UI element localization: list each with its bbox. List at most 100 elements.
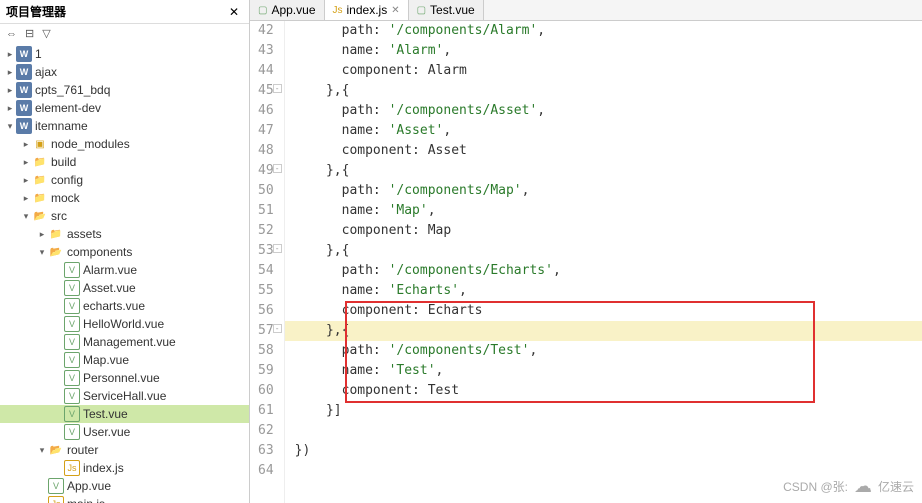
twisty-icon[interactable]: ▾: [36, 445, 48, 456]
code-line[interactable]: },{: [285, 81, 922, 101]
tree-item[interactable]: ▸📁build: [0, 153, 249, 171]
line-number: 63: [258, 441, 274, 461]
code-line[interactable]: },{: [285, 321, 922, 341]
menu-icon[interactable]: ▽: [42, 27, 50, 40]
twisty-icon[interactable]: ▸: [36, 229, 48, 240]
code-line[interactable]: component: Echarts: [285, 301, 922, 321]
tree-item[interactable]: VServiceHall.vue: [0, 387, 249, 405]
tree-item-label: components: [67, 245, 132, 259]
code-lines[interactable]: path: '/components/Alarm', name: 'Alarm'…: [285, 21, 922, 503]
twisty-icon[interactable]: ▸: [4, 103, 16, 114]
line-number: 45-: [258, 81, 274, 101]
tree-item[interactable]: VTest.vue: [0, 405, 249, 423]
twisty-icon[interactable]: ▾: [36, 247, 48, 258]
twisty-icon[interactable]: ▾: [20, 211, 32, 222]
line-number: 58: [258, 341, 274, 361]
tree-item[interactable]: ▾📂components: [0, 243, 249, 261]
fold-icon[interactable]: -: [273, 324, 282, 333]
tree-item[interactable]: VHelloWorld.vue: [0, 315, 249, 333]
code-line[interactable]: name: 'Echarts',: [285, 281, 922, 301]
twisty-icon[interactable]: ▸: [20, 139, 32, 150]
tree-item[interactable]: ▾📂src: [0, 207, 249, 225]
code-line[interactable]: component: Alarm: [285, 61, 922, 81]
code-line[interactable]: component: Asset: [285, 141, 922, 161]
twisty-icon[interactable]: ▸: [4, 49, 16, 60]
close-icon[interactable]: ✕: [225, 5, 243, 19]
tree-item[interactable]: ▸Wcpts_761_bdq: [0, 81, 249, 99]
code-line[interactable]: component: Map: [285, 221, 922, 241]
twisty-icon[interactable]: ▸: [4, 67, 16, 78]
tree-item-label: element-dev: [35, 101, 101, 115]
watermark: CSDN @张: ☁ 亿速云: [783, 476, 914, 497]
tree-item[interactable]: ▸📁config: [0, 171, 249, 189]
tree-item[interactable]: ▾📂router: [0, 441, 249, 459]
fold-icon[interactable]: -: [273, 164, 282, 173]
tree-item[interactable]: ▸▣node_modules: [0, 135, 249, 153]
tree-item[interactable]: Jsmain.js: [0, 495, 249, 503]
editor-tabs: ▢App.vueJsindex.js ✕▢Test.vue: [250, 0, 922, 21]
line-number: 50: [258, 181, 274, 201]
link-icon[interactable]: ⇔: [6, 28, 17, 40]
tree-item[interactable]: ▾Witemname: [0, 117, 249, 135]
code-line[interactable]: component: Test: [285, 381, 922, 401]
line-number: 44: [258, 61, 274, 81]
twisty-icon[interactable]: ▸: [4, 85, 16, 96]
code-line[interactable]: }): [285, 441, 922, 461]
watermark-right: 亿速云: [878, 478, 914, 495]
tree-item[interactable]: VAsset.vue: [0, 279, 249, 297]
project-explorer: 项目管理器 ✕ ⇔ ⊟ ▽ ▸W1▸Wajax▸Wcpts_761_bdq▸We…: [0, 0, 250, 503]
twisty-icon[interactable]: ▸: [20, 175, 32, 186]
tree-item[interactable]: VApp.vue: [0, 477, 249, 495]
tree-item-label: node_modules: [51, 137, 130, 151]
vue-icon: ▢: [258, 5, 267, 16]
code-line[interactable]: path: '/components/Test',: [285, 341, 922, 361]
twisty-icon[interactable]: ▸: [20, 193, 32, 204]
tree-item[interactable]: Jsindex.js: [0, 459, 249, 477]
code-line[interactable]: },{: [285, 241, 922, 261]
tree-item[interactable]: ▸📁mock: [0, 189, 249, 207]
code-line[interactable]: name: 'Test',: [285, 361, 922, 381]
tree-item-label: config: [51, 173, 83, 187]
code-line[interactable]: path: '/components/Alarm',: [285, 21, 922, 41]
tree-item[interactable]: ▸Welement-dev: [0, 99, 249, 117]
tree-item-label: cpts_761_bdq: [35, 83, 110, 97]
tree-item-label: 1: [35, 47, 42, 61]
twisty-icon[interactable]: ▾: [4, 121, 16, 132]
code-line[interactable]: path: '/components/Asset',: [285, 101, 922, 121]
fold-icon[interactable]: -: [273, 84, 282, 93]
editor-tab[interactable]: ▢Test.vue: [409, 0, 484, 20]
tree-item-label: build: [51, 155, 76, 169]
tree-item[interactable]: VUser.vue: [0, 423, 249, 441]
line-number: 53-: [258, 241, 274, 261]
code-line[interactable]: [285, 421, 922, 441]
fold-icon[interactable]: -: [273, 244, 282, 253]
dirty-icon: ✕: [391, 5, 399, 16]
tree-item[interactable]: ▸📁assets: [0, 225, 249, 243]
line-number: 46: [258, 101, 274, 121]
tree-item[interactable]: VMap.vue: [0, 351, 249, 369]
tree-item[interactable]: VAlarm.vue: [0, 261, 249, 279]
tree-item-label: ServiceHall.vue: [83, 389, 166, 403]
tree-item[interactable]: VPersonnel.vue: [0, 369, 249, 387]
file-tree[interactable]: ▸W1▸Wajax▸Wcpts_761_bdq▸Welement-dev▾Wit…: [0, 43, 249, 503]
twisty-icon[interactable]: ▸: [20, 157, 32, 168]
collapse-icon[interactable]: ⊟: [25, 27, 34, 40]
code-line[interactable]: path: '/components/Echarts',: [285, 261, 922, 281]
editor-tab[interactable]: ▢App.vue: [250, 0, 325, 20]
code-line[interactable]: }]: [285, 401, 922, 421]
code-line[interactable]: },{: [285, 161, 922, 181]
code-line[interactable]: name: 'Alarm',: [285, 41, 922, 61]
code-line[interactable]: name: 'Asset',: [285, 121, 922, 141]
code-area[interactable]: 42434445-46474849-50515253-54555657-5859…: [250, 21, 922, 503]
tree-item[interactable]: Vecharts.vue: [0, 297, 249, 315]
editor-tab[interactable]: Jsindex.js ✕: [325, 0, 409, 20]
code-line[interactable]: path: '/components/Map',: [285, 181, 922, 201]
tree-item[interactable]: ▸W1: [0, 45, 249, 63]
watermark-left: CSDN @张:: [783, 478, 848, 495]
line-number: 59: [258, 361, 274, 381]
tree-item[interactable]: ▸Wajax: [0, 63, 249, 81]
code-line[interactable]: name: 'Map',: [285, 201, 922, 221]
cloud-icon: ☁: [854, 476, 872, 497]
tree-item[interactable]: VManagement.vue: [0, 333, 249, 351]
tab-label: index.js: [347, 3, 388, 17]
